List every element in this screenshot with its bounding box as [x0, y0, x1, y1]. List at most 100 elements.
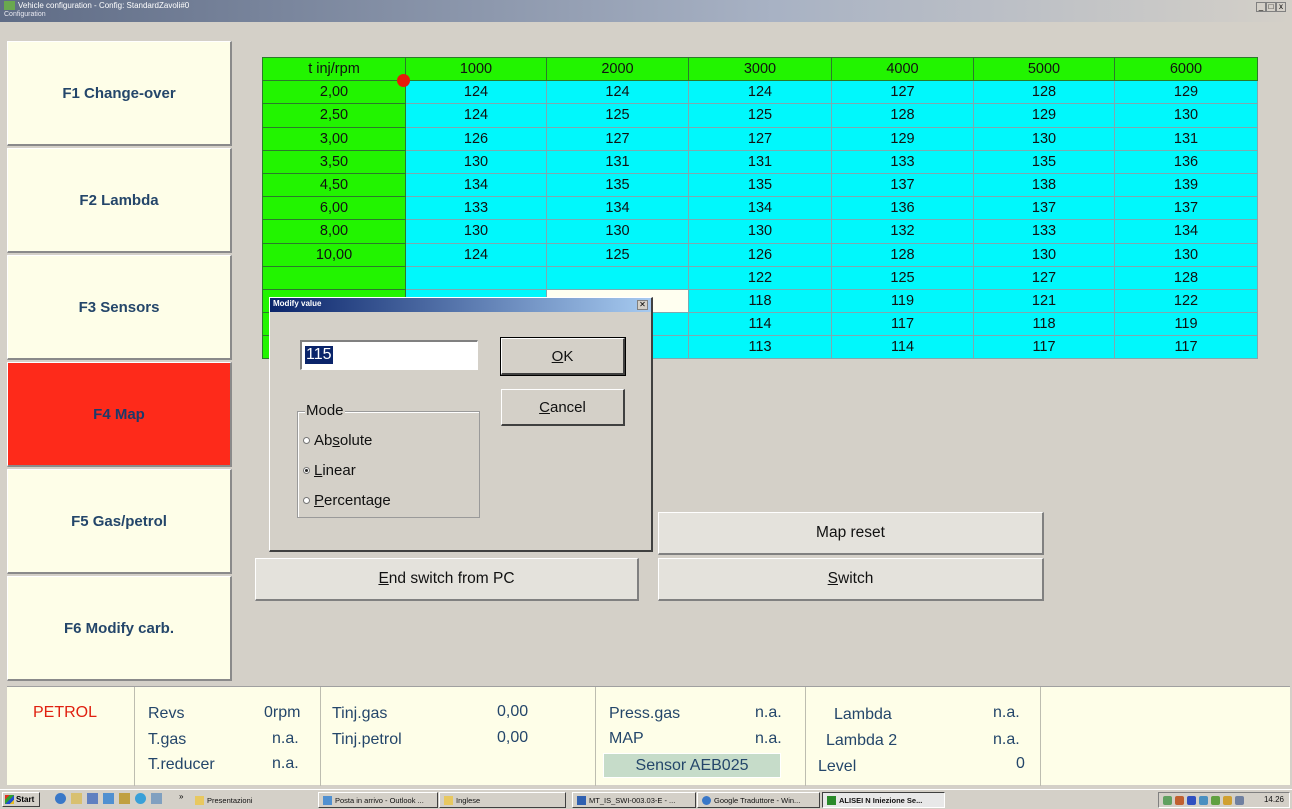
map-cell[interactable]: 119: [1114, 312, 1258, 337]
taskbar-item-word-doc[interactable]: MT_IS_SWI-003.03-E - ...: [572, 792, 696, 808]
map-cell[interactable]: 125: [831, 265, 974, 290]
map-cell[interactable]: 117: [1114, 335, 1258, 360]
map-cell[interactable]: 130: [405, 219, 547, 244]
map-cell[interactable]: 125: [688, 103, 832, 128]
map-cell[interactable]: [405, 265, 547, 290]
radio-absolute-icon[interactable]: [303, 437, 310, 444]
value-input[interactable]: 115: [300, 340, 478, 370]
map-cell[interactable]: 124: [405, 80, 547, 105]
map-cell[interactable]: 114: [688, 312, 832, 337]
map-cell[interactable]: 128: [831, 242, 974, 267]
maximize-button[interactable]: □: [1266, 2, 1276, 12]
map-cell[interactable]: 134: [405, 172, 547, 198]
map-cell[interactable]: 125: [546, 103, 689, 128]
map-cell[interactable]: 135: [546, 172, 689, 198]
map-cell[interactable]: 133: [973, 219, 1115, 244]
map-cell[interactable]: 136: [1114, 149, 1258, 174]
clock[interactable]: 14.26: [1264, 795, 1284, 804]
tray-update-icon[interactable]: [1199, 796, 1208, 805]
tray-volume-icon[interactable]: [1223, 796, 1232, 805]
row-header[interactable]: 6,00: [262, 196, 406, 221]
map-cell[interactable]: [546, 265, 689, 290]
map-cell[interactable]: 131: [1114, 126, 1258, 151]
map-cell[interactable]: 126: [688, 242, 832, 267]
network-icon[interactable]: [135, 793, 146, 804]
map-cell[interactable]: 126: [405, 126, 547, 151]
map-cell[interactable]: 129: [1114, 80, 1258, 105]
taskbar-item-alisei[interactable]: ALISEI N Iniezione Se...: [822, 792, 945, 808]
map-cell[interactable]: 127: [831, 80, 974, 105]
tray-network-icon[interactable]: [1187, 796, 1196, 805]
map-cell[interactable]: 117: [973, 335, 1115, 360]
map-cell[interactable]: 139: [1114, 172, 1258, 198]
row-header[interactable]: 10,00: [262, 242, 406, 267]
map-cell[interactable]: 130: [973, 126, 1115, 151]
map-cell[interactable]: 119: [831, 288, 974, 314]
sidebar-item-sensors[interactable]: F3 Sensors: [7, 255, 232, 360]
map-cell[interactable]: 131: [546, 149, 689, 174]
map-cell[interactable]: 129: [831, 126, 974, 151]
ie-icon[interactable]: [55, 793, 66, 804]
map-cell[interactable]: 124: [405, 242, 547, 267]
explorer-icon[interactable]: [87, 793, 98, 804]
map-cell[interactable]: 135: [688, 172, 832, 198]
switch-button[interactable]: Switch: [658, 558, 1044, 601]
map-cell[interactable]: 130: [546, 219, 689, 244]
radio-linear-icon[interactable]: [303, 467, 310, 474]
dialog-title-bar[interactable]: Modify value ✕: [270, 298, 651, 312]
map-cell[interactable]: 136: [831, 196, 974, 221]
sidebar-item-change-over[interactable]: F1 Change-over: [7, 41, 232, 146]
row-header[interactable]: 3,50: [262, 149, 406, 174]
map-cell[interactable]: 114: [831, 335, 974, 360]
map-cell[interactable]: 132: [831, 219, 974, 244]
map-cell[interactable]: 130: [1114, 242, 1258, 267]
map-cell[interactable]: 124: [546, 80, 689, 105]
map-cell[interactable]: 130: [973, 242, 1115, 267]
end-switch-button[interactable]: End switch from PC: [255, 558, 639, 601]
row-header[interactable]: 8,00: [262, 219, 406, 244]
dialog-close-icon[interactable]: ✕: [637, 300, 648, 310]
sidebar-item-gas-petrol[interactable]: F5 Gas/petrol: [7, 469, 232, 574]
map-cell[interactable]: 113: [688, 335, 832, 360]
radio-absolute[interactable]: Ab s olute: [303, 432, 372, 449]
taskbar-item-outlook[interactable]: Posta in arrivo - Outlook ...: [318, 792, 438, 808]
map-cell[interactable]: 127: [546, 126, 689, 151]
desktop-icon[interactable]: [71, 793, 82, 804]
map-cell[interactable]: 124: [688, 80, 832, 105]
close-button[interactable]: x: [1276, 2, 1286, 12]
chevron-icon[interactable]: »: [179, 792, 183, 803]
radio-percentage[interactable]: Percentage: [303, 492, 391, 509]
map-cell[interactable]: 134: [1114, 219, 1258, 244]
cancel-button[interactable]: Cancel: [501, 389, 625, 426]
row-header[interactable]: 2,00: [262, 80, 406, 105]
row-header[interactable]: 3,00: [262, 126, 406, 151]
taskbar-item-inglese[interactable]: Inglese: [439, 792, 566, 808]
map-cell[interactable]: 125: [546, 242, 689, 267]
map-cell[interactable]: 130: [405, 149, 547, 174]
map-cell[interactable]: 137: [973, 196, 1115, 221]
map-cell[interactable]: 118: [688, 288, 832, 314]
start-button[interactable]: Start: [2, 792, 40, 807]
minimize-button[interactable]: _: [1256, 2, 1266, 12]
tray-time-icon[interactable]: [1235, 796, 1244, 805]
row-header[interactable]: 4,50: [262, 172, 406, 198]
users-icon[interactable]: [151, 793, 162, 804]
row-header[interactable]: [262, 265, 406, 290]
map-cell[interactable]: 129: [973, 103, 1115, 128]
map-cell[interactable]: 134: [546, 196, 689, 221]
map-cell[interactable]: 127: [688, 126, 832, 151]
map-cell[interactable]: 137: [831, 172, 974, 198]
menu-configuration[interactable]: Configuration: [4, 11, 46, 18]
outlook-icon[interactable]: [103, 793, 114, 804]
map-cell[interactable]: 122: [1114, 288, 1258, 314]
ok-button[interactable]: OK: [500, 337, 626, 376]
tray-sync-icon[interactable]: [1211, 796, 1220, 805]
radio-percentage-icon[interactable]: [303, 497, 310, 504]
map-cell[interactable]: 127: [973, 265, 1115, 290]
map-cell[interactable]: 135: [973, 149, 1115, 174]
taskbar-item-presentazioni[interactable]: Presentazioni: [191, 792, 311, 808]
map-cell[interactable]: 128: [1114, 265, 1258, 290]
row-header[interactable]: 2,50: [262, 103, 406, 128]
map-cell[interactable]: 131: [688, 149, 832, 174]
calculator-icon[interactable]: [119, 793, 130, 804]
